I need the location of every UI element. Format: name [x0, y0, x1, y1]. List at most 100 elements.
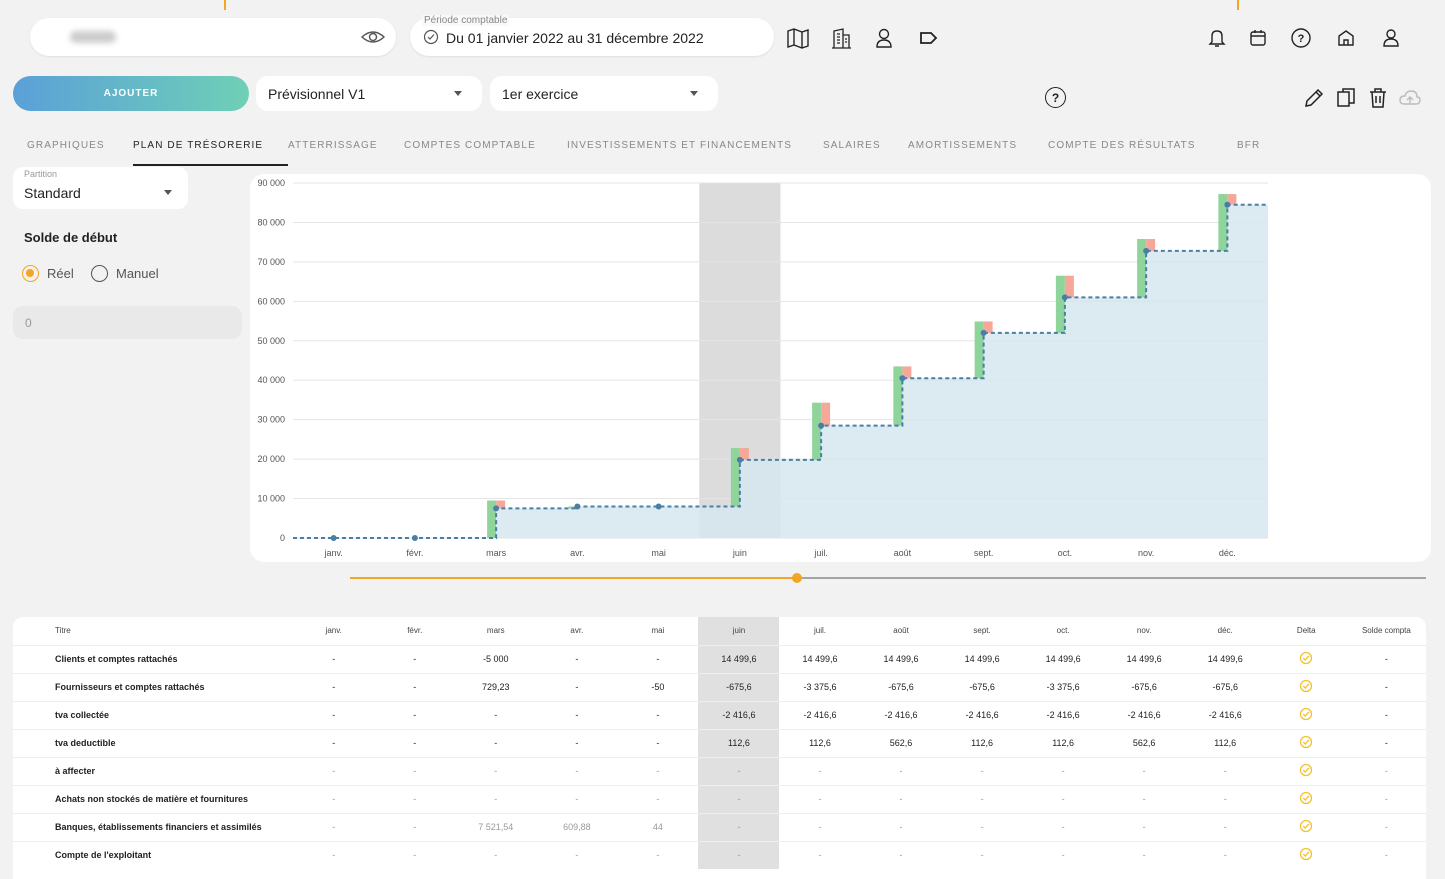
balance-point — [655, 503, 662, 510]
solde-input[interactable]: 0 — [13, 306, 242, 339]
help-circle-icon[interactable]: ? — [1045, 87, 1066, 108]
table-cell: - — [374, 756, 456, 785]
y-tick-label: 40 000 — [257, 375, 285, 385]
help-icon[interactable]: ? — [1287, 24, 1315, 52]
pencil-icon[interactable] — [1302, 86, 1326, 110]
chevron-down-icon — [690, 91, 698, 96]
tab-bfr[interactable]: BFR — [1237, 140, 1260, 151]
y-tick-label: 80 000 — [257, 217, 285, 227]
cash-flow-chart: 90 000 80 000 70 000 60 000 50 000 40 000 30 0… — [250, 174, 1431, 562]
table-cell: - — [941, 812, 1023, 841]
balance-point — [574, 503, 581, 510]
balance-point — [1061, 294, 1068, 301]
radio-manuel[interactable]: Manuel — [91, 265, 159, 282]
check-circle-icon[interactable] — [1299, 651, 1313, 665]
table-cell: 14 499,6 — [941, 644, 1023, 673]
tag-icon[interactable] — [915, 24, 943, 52]
table-cell: - — [455, 756, 537, 785]
check-circle-icon[interactable] — [1299, 735, 1313, 749]
company-selector[interactable] — [30, 18, 396, 56]
table-cell: -2 416,6 — [698, 700, 780, 729]
table-cell: - — [1022, 840, 1104, 869]
table-row[interactable]: Fournisseurs et comptes rattachés - -729,2… — [13, 672, 1426, 701]
x-tick-label: août — [894, 548, 912, 558]
row-title: Clients et comptes rattachés — [13, 644, 294, 673]
eye-icon[interactable] — [360, 27, 386, 47]
row-title: Achats non stockés de matière et fournit… — [13, 784, 294, 813]
tab-investissements[interactable]: INVESTISSEMENTS ET FINANCEMENTS — [567, 140, 792, 151]
trash-icon[interactable] — [1366, 86, 1390, 110]
check-circle-icon[interactable] — [1299, 679, 1313, 693]
table-cell: 112,6 — [779, 728, 861, 757]
tab-amortissements[interactable]: AMORTISSEMENTS — [908, 140, 1017, 151]
radio-reel-dot[interactable] — [22, 265, 39, 282]
map-icon[interactable] — [784, 24, 812, 52]
check-circle-icon[interactable] — [1299, 847, 1313, 861]
tab-salaires[interactable]: SALAIRES — [823, 140, 881, 151]
table-row[interactable]: Banques, établissements financiers et as… — [13, 812, 1426, 841]
table-row[interactable]: Achats non stockés de matière et fournit… — [13, 784, 1426, 813]
table-cell: - — [374, 672, 456, 701]
column-header: Delta — [1296, 626, 1316, 636]
user-switch-icon[interactable] — [870, 24, 898, 52]
table-row[interactable]: tva collectée - - - - - -2 416,6 -2 416,6 -2 416… — [13, 700, 1426, 729]
exercise-select[interactable]: 1er exercice — [490, 76, 718, 111]
inflow-bar — [730, 448, 740, 507]
partition-select[interactable]: Partition Standard — [13, 167, 188, 209]
table-cell: - — [698, 784, 780, 813]
table-cell: -675,6 — [1184, 672, 1266, 701]
table-cell: 7 521,54 — [455, 812, 537, 841]
building-icon[interactable] — [827, 24, 855, 52]
delta-cell — [1265, 756, 1347, 785]
balance-point — [899, 375, 906, 382]
balance-point — [736, 456, 743, 463]
table-cell: -2 416,6 — [941, 700, 1023, 729]
balance-point — [493, 505, 500, 512]
slider-handle[interactable] — [792, 573, 802, 583]
check-circle-icon[interactable] — [1299, 707, 1313, 721]
check-circle-icon[interactable] — [1299, 819, 1313, 833]
calendar-icon[interactable] — [1244, 24, 1272, 52]
table-cell: - — [374, 812, 456, 841]
tab-plan-tresorerie[interactable]: PLAN DE TRÉSORERIE — [133, 140, 263, 151]
check-circle-icon[interactable] — [1299, 791, 1313, 805]
copy-icon[interactable] — [1334, 86, 1358, 110]
cloud-upload-icon[interactable] — [1398, 86, 1422, 110]
table-cell: - — [293, 672, 375, 701]
solde-cell: - — [1346, 700, 1426, 729]
scenario-select[interactable]: Prévisionnel V1 — [256, 76, 482, 111]
solde-cell: - — [1346, 728, 1426, 757]
solde-debut-title: Solde de début — [24, 230, 118, 245]
table-row[interactable]: tva deductible - - - - -112,6 112,6 562,6 112,6 1… — [13, 728, 1426, 757]
period-field[interactable]: Période comptable Du 01 janvier 2022 au … — [410, 15, 774, 56]
table-cell: 112,6 — [1184, 728, 1266, 757]
table-row[interactable]: à affecter - - - - - - - - - - - - - — [13, 756, 1426, 785]
bell-icon[interactable] — [1203, 24, 1231, 52]
home-icon[interactable] — [1332, 24, 1360, 52]
table-row[interactable]: Clients et comptes rattachés - - -5 000- -14… — [13, 644, 1426, 673]
blurred-company-name — [70, 31, 116, 43]
table-cell: - — [536, 728, 618, 757]
check-circle-icon[interactable] — [1299, 763, 1313, 777]
month-slider[interactable] — [350, 572, 1426, 584]
delta-cell — [1265, 700, 1347, 729]
table-cell: - — [779, 756, 861, 785]
column-header: févr. — [407, 626, 423, 636]
table-cell: - — [1103, 756, 1185, 785]
account-icon[interactable] — [1377, 24, 1405, 52]
add-button[interactable]: AJOUTER — [13, 76, 249, 111]
radio-manuel-dot[interactable] — [91, 265, 108, 282]
tab-graphiques[interactable]: GRAPHIQUES — [27, 140, 105, 151]
table-cell: - — [374, 728, 456, 757]
tab-compte-resultats[interactable]: COMPTE DES RÉSULTATS — [1048, 140, 1196, 151]
table-row[interactable]: Compte de l'exploitant - - - - - - - - - - - - - — [13, 840, 1426, 869]
radio-reel[interactable]: Réel — [22, 265, 74, 282]
period-label: Période comptable — [422, 15, 510, 26]
table-cell: -3 375,6 — [1022, 672, 1104, 701]
x-tick-label: oct. — [1058, 548, 1073, 558]
table-cell: - — [617, 840, 699, 869]
tab-comptes-comptable[interactable]: COMPTES COMPTABLE — [404, 140, 536, 151]
column-header: mars — [486, 626, 505, 636]
tab-atterrissage[interactable]: ATTERRISSAGE — [288, 140, 378, 151]
delta-cell — [1265, 812, 1347, 841]
